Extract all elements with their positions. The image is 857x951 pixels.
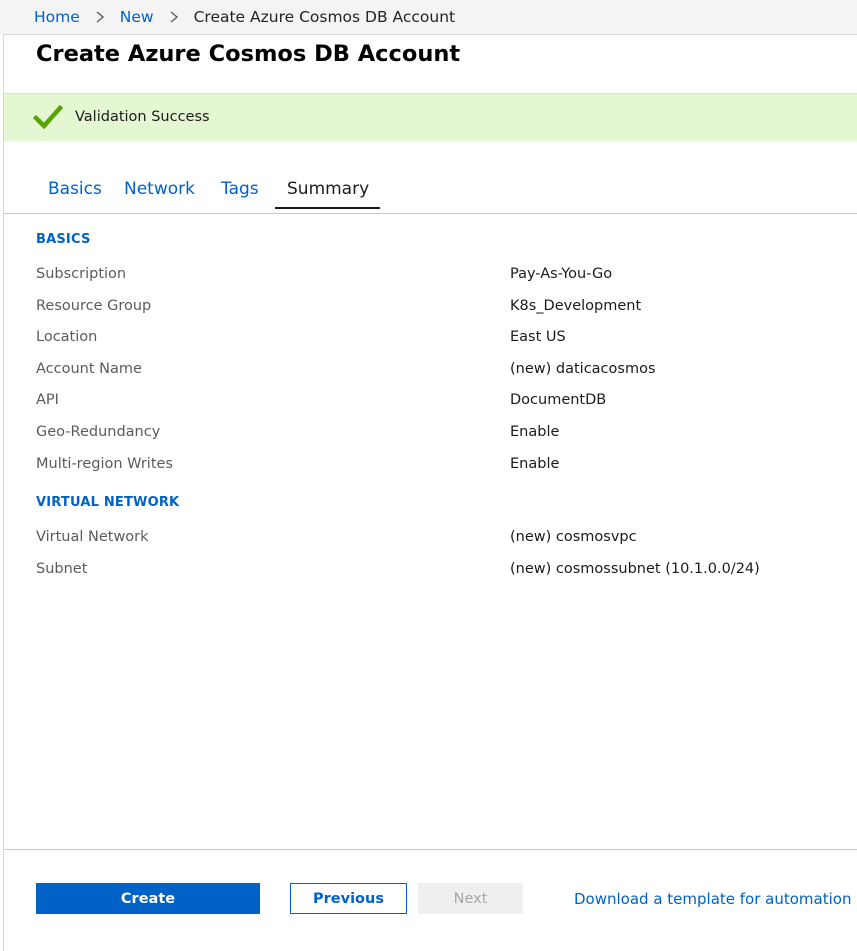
- summary-row-account-name: Account Name (new) daticacosmos: [4, 361, 857, 385]
- summary-row-subnet: Subnet (new) cosmossubnet (10.1.0.0/24): [4, 561, 857, 585]
- section-heading-basics: BASICS: [36, 232, 91, 247]
- row-value: DocumentDB: [510, 392, 607, 408]
- summary-row-subscription: Subscription Pay-As-You-Go: [4, 266, 857, 290]
- row-label: Virtual Network: [36, 529, 149, 545]
- download-template-link[interactable]: Download a template for automation: [574, 890, 851, 908]
- summary-row-virtual-network: Virtual Network (new) cosmosvpc: [4, 529, 857, 553]
- section-heading-virtual-network: VIRTUAL NETWORK: [36, 495, 180, 510]
- next-button[interactable]: Next: [418, 883, 523, 914]
- tab-basics[interactable]: Basics: [48, 179, 102, 208]
- create-button[interactable]: Create: [36, 883, 260, 914]
- top-bar: Home New Create Azure Cosmos DB Account: [0, 0, 857, 34]
- checkmark-icon: [33, 105, 63, 130]
- row-value: Enable: [510, 456, 560, 472]
- previous-button[interactable]: Previous: [290, 883, 407, 914]
- summary-row-api: API DocumentDB: [4, 392, 857, 416]
- row-label: Subscription: [36, 266, 127, 282]
- breadcrumb-current: Create Azure Cosmos DB Account: [193, 8, 456, 26]
- page-title: Create Azure Cosmos DB Account: [36, 41, 461, 67]
- validation-banner: Validation Success: [4, 93, 857, 141]
- tab-tags[interactable]: Tags: [221, 179, 259, 208]
- tab-bar: Basics Network Tags Summary: [4, 173, 857, 214]
- row-value: Pay-As-You-Go: [510, 266, 613, 282]
- row-label: Resource Group: [36, 298, 152, 314]
- tab-summary[interactable]: Summary: [275, 179, 381, 209]
- row-value: East US: [510, 329, 566, 345]
- row-label: Geo-Redundancy: [36, 424, 161, 440]
- validation-message: Validation Success: [75, 109, 210, 125]
- row-label: Subnet: [36, 561, 88, 577]
- row-value: Enable: [510, 424, 560, 440]
- breadcrumb: Home New Create Azure Cosmos DB Account: [34, 6, 455, 28]
- create-blade: Create Azure Cosmos DB Account Validatio…: [3, 34, 857, 951]
- row-label: Location: [36, 329, 98, 345]
- row-value: (new) cosmossubnet (10.1.0.0/24): [510, 561, 760, 577]
- footer-divider: [4, 849, 857, 850]
- row-value: (new) cosmosvpc: [510, 529, 637, 545]
- row-label: Multi-region Writes: [36, 456, 173, 472]
- row-label: API: [36, 392, 59, 408]
- breadcrumb-home-link[interactable]: Home: [34, 8, 80, 26]
- tab-network[interactable]: Network: [124, 179, 195, 208]
- row-value: (new) daticacosmos: [510, 361, 656, 377]
- breadcrumb-new-link[interactable]: New: [120, 8, 154, 26]
- chevron-right-icon: [96, 11, 104, 23]
- row-label: Account Name: [36, 361, 142, 377]
- summary-row-location: Location East US: [4, 329, 857, 353]
- summary-row-geo-redundancy: Geo-Redundancy Enable: [4, 424, 857, 448]
- row-value: K8s_Development: [510, 298, 642, 314]
- summary-row-multi-region-writes: Multi-region Writes Enable: [4, 456, 857, 480]
- summary-row-resource-group: Resource Group K8s_Development: [4, 298, 857, 322]
- chevron-right-icon: [170, 11, 178, 23]
